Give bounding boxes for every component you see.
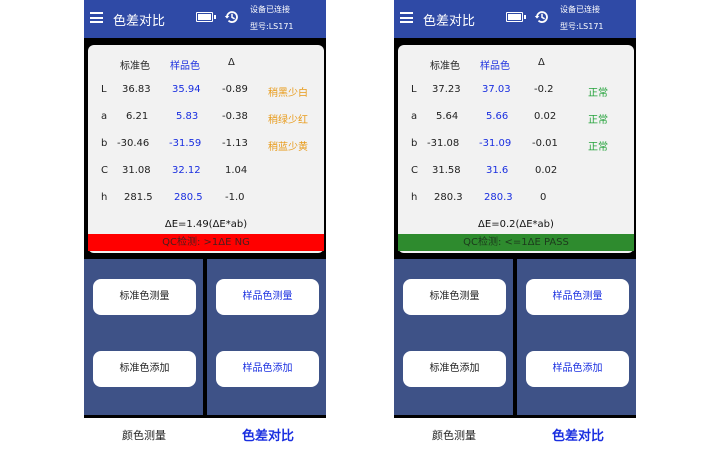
nav-color-measure[interactable]: 颜色测量: [432, 427, 476, 443]
delta-e-result: ΔE=1.49(ΔE*ab): [164, 219, 248, 230]
app-bar: 色差对比 设备已连接 型号:LS171: [394, 0, 636, 38]
delta-e-result: ΔE=0.2(ΔE*ab): [478, 219, 554, 230]
nav-color-measure[interactable]: 颜色测量: [122, 427, 166, 443]
phone-screen-ng: 色差对比 设备已连接 型号:LS171 标准色 样品色 Δ L 36.83 35…: [84, 0, 326, 450]
qc-status-bar: QC检测: >1ΔE NG: [88, 234, 324, 251]
standard-measure-button[interactable]: 标准色测量: [403, 279, 506, 315]
bottom-nav: 颜色测量 色差对比: [394, 418, 636, 450]
sample-value: -31.09: [479, 138, 512, 149]
delta-value: 0.02: [535, 165, 558, 176]
bottom-nav: 颜色测量 色差对比: [84, 418, 326, 450]
standard-value: 36.83: [122, 84, 151, 95]
header-delta: Δ: [538, 57, 545, 68]
delta-value: -0.89: [222, 84, 248, 95]
standard-value: -30.46: [117, 138, 150, 149]
standard-value: 31.08: [122, 165, 151, 176]
sample-value: 32.12: [172, 165, 201, 176]
app-title: 色差对比: [423, 14, 476, 29]
row-label: C: [101, 165, 108, 176]
standard-value: 31.58: [432, 165, 461, 176]
nav-color-diff[interactable]: 色差对比: [552, 425, 604, 444]
result-card: 标准色 样品色 Δ L 36.83 35.94 -0.89 稍黑少白 a 6.2…: [88, 45, 324, 253]
standard-panel: 标准色测量 标准色添加: [394, 259, 513, 415]
header-standard: 标准色: [430, 61, 460, 72]
delta-note: 稍黑少白: [268, 88, 308, 99]
standard-value: 281.5: [124, 192, 153, 203]
standard-measure-button[interactable]: 标准色测量: [93, 279, 196, 315]
standard-add-button[interactable]: 标准色添加: [403, 351, 506, 387]
qc-status-bar: QC检测: <=1ΔE PASS: [398, 234, 634, 251]
delta-note: 正常: [588, 142, 608, 153]
sample-panel: 样品色测量 样品色添加: [207, 259, 326, 415]
delta-value: 0.02: [534, 111, 557, 122]
delta-value: -0.2: [534, 84, 554, 95]
sample-value: 5.66: [486, 111, 509, 122]
sample-value: 37.03: [482, 84, 511, 95]
standard-panel: 标准色测量 标准色添加: [84, 259, 203, 415]
sample-value: 5.83: [176, 111, 199, 122]
hamburger-menu-icon[interactable]: [90, 12, 103, 23]
sample-value: -31.59: [169, 138, 202, 149]
model-label: 型号:LS171: [560, 22, 604, 31]
sample-panel: 样品色测量 样品色添加: [517, 259, 636, 415]
row-label: L: [101, 84, 107, 95]
row-label: b: [411, 138, 418, 149]
battery-icon: [196, 12, 216, 22]
row-label: a: [101, 111, 108, 122]
row-label: b: [101, 138, 108, 149]
battery-icon: [506, 12, 526, 22]
row-label: a: [411, 111, 418, 122]
delta-note: 稍蓝少黄: [268, 142, 308, 153]
row-label: C: [411, 165, 418, 176]
row-label: L: [411, 84, 417, 95]
standard-value: 37.23: [432, 84, 461, 95]
phone-screen-pass: 色差对比 设备已连接 型号:LS171 标准色 样品色 Δ L 37.23 37…: [394, 0, 636, 450]
standard-add-button[interactable]: 标准色添加: [93, 351, 196, 387]
header-standard: 标准色: [120, 61, 150, 72]
header-sample: 样品色: [480, 61, 510, 72]
delta-value: -1.13: [222, 138, 248, 149]
standard-value: 6.21: [126, 111, 149, 122]
sample-add-button[interactable]: 样品色添加: [526, 351, 629, 387]
delta-value: 0: [540, 192, 547, 203]
app-title: 色差对比: [113, 14, 166, 29]
sample-value: 31.6: [486, 165, 509, 176]
result-card: 标准色 样品色 Δ L 37.23 37.03 -0.2 正常 a 5.64 5…: [398, 45, 634, 253]
delta-note: 正常: [588, 88, 608, 99]
delta-value: -0.01: [532, 138, 558, 149]
delta-value: 1.04: [225, 165, 248, 176]
standard-value: -31.08: [427, 138, 460, 149]
delta-value: -1.0: [225, 192, 245, 203]
history-clock-icon[interactable]: [224, 9, 240, 25]
sample-measure-button[interactable]: 样品色测量: [526, 279, 629, 315]
sample-measure-button[interactable]: 样品色测量: [216, 279, 319, 315]
delta-note: 正常: [588, 115, 608, 126]
delta-note: 稍绿少红: [268, 115, 308, 126]
sample-add-button[interactable]: 样品色添加: [216, 351, 319, 387]
connection-status: 设备已连接: [250, 5, 290, 14]
history-clock-icon[interactable]: [534, 9, 550, 25]
sample-value: 280.3: [484, 192, 513, 203]
header-delta: Δ: [228, 57, 235, 68]
row-label: h: [101, 192, 108, 203]
sample-value: 280.5: [174, 192, 203, 203]
row-label: h: [411, 192, 418, 203]
delta-value: -0.38: [222, 111, 248, 122]
standard-value: 280.3: [434, 192, 463, 203]
app-bar: 色差对比 设备已连接 型号:LS171: [84, 0, 326, 38]
standard-value: 5.64: [436, 111, 459, 122]
model-label: 型号:LS171: [250, 22, 294, 31]
connection-status: 设备已连接: [560, 5, 600, 14]
hamburger-menu-icon[interactable]: [400, 12, 413, 23]
header-sample: 样品色: [170, 61, 200, 72]
sample-value: 35.94: [172, 84, 201, 95]
nav-color-diff[interactable]: 色差对比: [242, 425, 294, 444]
